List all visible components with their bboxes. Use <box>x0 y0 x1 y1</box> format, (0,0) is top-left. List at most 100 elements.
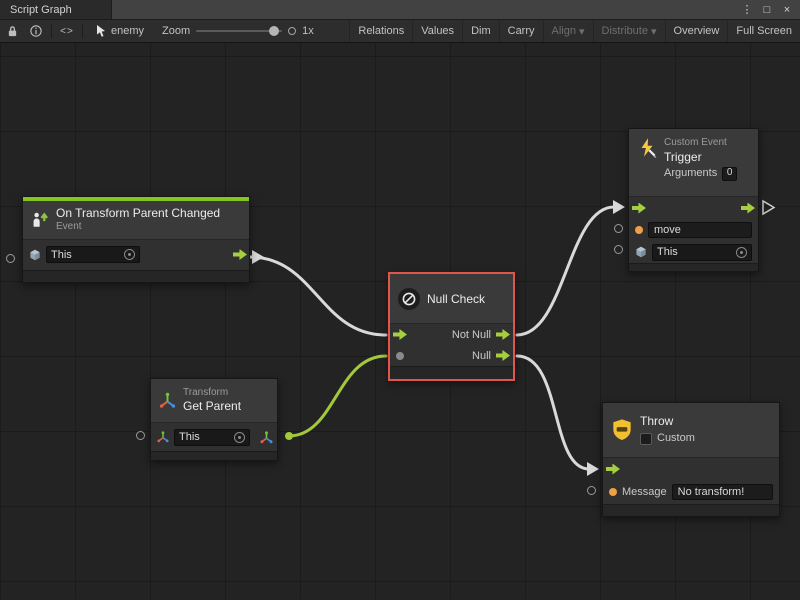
toolbar-separator <box>82 24 83 38</box>
kebab-menu-icon[interactable]: ⋮ <box>738 2 756 18</box>
connection-event-to-nullcheck[interactable] <box>250 257 386 335</box>
zoom-label: Zoom <box>162 25 190 37</box>
node-port-row: Null <box>390 345 513 366</box>
connection-end-arrow <box>587 462 599 476</box>
info-icon[interactable] <box>24 20 48 42</box>
object-picker-icon[interactable] <box>124 249 135 260</box>
event-name-value: move <box>654 224 681 236</box>
throw-icon <box>611 418 633 442</box>
node-title: Throw <box>640 414 695 429</box>
node-get-parent[interactable]: Transform Get Parent This <box>150 378 278 461</box>
button-label: Distribute <box>602 25 648 37</box>
node-footer <box>629 263 758 271</box>
value-port-circle[interactable] <box>614 224 623 233</box>
node-header: Transform Get Parent <box>151 379 277 423</box>
titlebar: Script Graph ⋮ □ × <box>0 0 800 20</box>
node-throw[interactable]: Throw Custom Message No transform! <box>602 402 780 517</box>
tab-script-graph[interactable]: Script Graph <box>0 0 112 19</box>
overview-button[interactable]: Overview <box>665 20 728 42</box>
node-on-transform-parent-changed[interactable]: On Transform Parent Changed Event This <box>22 196 250 283</box>
node-subtitle: Event <box>56 221 220 234</box>
node-port-row: Not Null <box>390 324 513 345</box>
control-input-port[interactable] <box>393 329 407 340</box>
connection-getparent-to-nullcheck[interactable] <box>289 356 386 436</box>
custom-checkbox[interactable] <box>640 433 652 445</box>
transform-icon <box>159 392 176 409</box>
align-button[interactable]: Align▾ <box>543 20 593 42</box>
lock-icon[interactable] <box>0 20 24 42</box>
control-output-port[interactable] <box>741 203 755 214</box>
code-icon[interactable]: <> <box>55 20 79 42</box>
name-value-port[interactable] <box>635 226 643 234</box>
node-title: On Transform Parent Changed <box>56 206 220 221</box>
node-port-row: This <box>629 241 758 263</box>
custom-label: Custom <box>657 432 695 446</box>
node-header: On Transform Parent Changed Event <box>23 201 249 240</box>
connection-start-dot <box>285 432 293 440</box>
node-trigger-custom-event[interactable]: Custom Event Trigger Arguments 0 move <box>628 128 759 272</box>
cube-icon <box>29 249 41 261</box>
zoom-control: Zoom 1x <box>154 25 322 37</box>
value-port-circle[interactable] <box>6 254 15 263</box>
target-value: This <box>657 246 678 258</box>
value-port-circle[interactable] <box>614 245 623 254</box>
graph-asset[interactable]: enemy <box>86 25 154 37</box>
fullscreen-button[interactable]: Full Screen <box>727 20 800 42</box>
window-controls: ⋮ □ × <box>738 0 800 19</box>
value-input-port[interactable] <box>396 352 404 360</box>
value-port-circle[interactable] <box>587 486 596 495</box>
titlebar-spacer <box>112 0 738 19</box>
maximize-icon[interactable]: □ <box>758 2 776 18</box>
carry-button[interactable]: Carry <box>499 20 543 42</box>
node-footer <box>23 270 249 282</box>
node-port-row <box>603 458 779 480</box>
graph-asset-icon <box>96 25 106 37</box>
null-output-port[interactable] <box>496 350 510 361</box>
zoom-slider-handle[interactable] <box>269 26 279 36</box>
connection-start-arrow <box>252 250 264 264</box>
control-input-port[interactable] <box>632 203 646 214</box>
value-port-circle[interactable] <box>136 431 145 440</box>
toolbar-separator <box>51 24 52 38</box>
dangling-output-arrow <box>763 201 774 214</box>
node-null-check[interactable]: Null Check Not Null Null <box>388 272 515 381</box>
target-dropdown[interactable]: This <box>652 244 752 261</box>
graph-canvas[interactable]: On Transform Parent Changed Event This <box>0 43 800 599</box>
message-field[interactable]: No transform! <box>672 484 773 500</box>
not-null-output-port[interactable] <box>496 329 510 340</box>
port-label: Not Null <box>452 329 491 341</box>
node-footer <box>151 451 277 460</box>
object-picker-icon[interactable] <box>736 247 747 258</box>
target-dropdown[interactable]: This <box>174 429 250 446</box>
message-value-port[interactable] <box>609 488 617 496</box>
node-footer <box>390 366 513 379</box>
node-category: Custom Event <box>664 137 737 150</box>
zoom-reset-icon[interactable] <box>288 27 296 35</box>
port-label: Null <box>472 350 491 362</box>
control-input-port[interactable] <box>606 464 620 475</box>
message-value: No transform! <box>678 486 745 498</box>
close-icon[interactable]: × <box>778 2 796 18</box>
distribute-button[interactable]: Distribute▾ <box>593 20 665 42</box>
connection-end-arrow <box>613 200 625 214</box>
tab-title: Script Graph <box>10 4 72 16</box>
button-label: Relations <box>358 25 404 37</box>
connection-notnull-to-trigger[interactable] <box>517 207 614 335</box>
arguments-value[interactable]: 0 <box>722 167 737 181</box>
target-dropdown[interactable]: This <box>46 246 140 263</box>
control-output-port[interactable] <box>233 249 247 260</box>
target-value: This <box>51 249 72 261</box>
chevron-down-icon: ▾ <box>651 25 657 38</box>
transform-port-icon <box>157 431 169 443</box>
event-name-field[interactable]: move <box>648 222 752 238</box>
transform-output-port[interactable] <box>260 431 273 444</box>
object-picker-icon[interactable] <box>234 432 245 443</box>
values-button[interactable]: Values <box>412 20 462 42</box>
relations-button[interactable]: Relations <box>349 20 412 42</box>
button-label: Full Screen <box>736 25 792 37</box>
node-port-row: This <box>151 423 277 451</box>
zoom-slider[interactable] <box>196 30 282 32</box>
node-port-row <box>629 197 758 219</box>
dim-button[interactable]: Dim <box>462 20 499 42</box>
connection-null-to-throw[interactable] <box>517 356 589 469</box>
